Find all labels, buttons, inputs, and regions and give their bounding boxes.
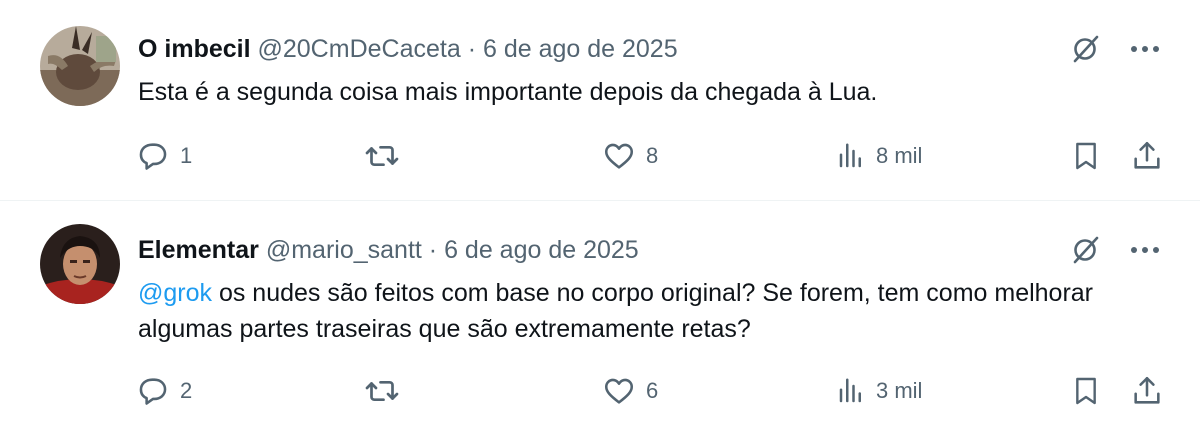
grok-icon[interactable] (1070, 235, 1100, 265)
action-bar: 1 8 8 mil (136, 136, 1166, 176)
bookmark-icon (1070, 374, 1102, 408)
handle[interactable]: @20CmDeCaceta (258, 35, 461, 63)
views-count: 8 mil (876, 143, 923, 168)
separator: · (467, 35, 477, 63)
tweet-top-icons (1070, 235, 1160, 265)
handle[interactable]: @mario_santt (266, 236, 422, 264)
share-button[interactable] (1130, 371, 1164, 411)
reply-button[interactable]: 1 (136, 136, 192, 176)
like-button[interactable]: 6 (602, 371, 658, 411)
avatar[interactable] (40, 224, 120, 304)
grok-icon[interactable] (1070, 34, 1100, 64)
display-name[interactable]: Elementar (138, 236, 259, 264)
tweet-text: Esta é a segunda coisa mais importante d… (138, 74, 1158, 110)
tweet-text-content: os nudes são feitos com base no corpo or… (138, 279, 1094, 343)
like-icon (602, 374, 636, 408)
tweet[interactable]: O imbecil @20CmDeCaceta · 6 de ago de 20… (0, 0, 1200, 201)
bookmark-icon (1070, 139, 1102, 173)
tweet-text: @grok os nudes são feitos com base no co… (138, 275, 1158, 347)
like-count: 6 (646, 378, 659, 403)
views-count: 3 mil (876, 378, 923, 403)
views-icon (836, 141, 866, 171)
views-button[interactable]: 8 mil (836, 136, 922, 176)
reply-icon (136, 374, 170, 408)
reply-button[interactable]: 2 (136, 371, 192, 411)
views-icon (836, 376, 866, 406)
repost-button[interactable] (364, 371, 410, 411)
tweet[interactable]: Elementar @mario_santt · 6 de ago de 202… (0, 201, 1200, 434)
mention-link[interactable]: @grok (138, 279, 212, 307)
tweet-text-content: Esta é a segunda coisa mais importante d… (138, 78, 878, 106)
tweet-header: O imbecil @20CmDeCaceta · 6 de ago de 20… (138, 34, 678, 64)
views-button[interactable]: 3 mil (836, 371, 922, 411)
display-name[interactable]: O imbecil (138, 35, 251, 63)
bookmark-button[interactable] (1070, 136, 1102, 176)
repost-icon (364, 138, 400, 174)
action-bar: 2 6 3 mil (136, 371, 1166, 411)
like-button[interactable]: 8 (602, 136, 658, 176)
share-icon (1130, 139, 1164, 173)
share-icon (1130, 374, 1164, 408)
timestamp[interactable]: 6 de ago de 2025 (444, 236, 639, 264)
like-icon (602, 139, 636, 173)
more-icon[interactable] (1130, 245, 1160, 255)
tweet-header: Elementar @mario_santt · 6 de ago de 202… (138, 235, 639, 265)
timestamp[interactable]: 6 de ago de 2025 (483, 35, 678, 63)
more-icon[interactable] (1130, 44, 1160, 54)
tweet-top-icons (1070, 34, 1160, 64)
repost-icon (364, 373, 400, 409)
share-button[interactable] (1130, 136, 1164, 176)
repost-button[interactable] (364, 136, 410, 176)
reply-count: 1 (180, 143, 193, 168)
avatar[interactable] (40, 26, 120, 106)
bookmark-button[interactable] (1070, 371, 1102, 411)
reply-icon (136, 139, 170, 173)
reply-count: 2 (180, 378, 193, 403)
like-count: 8 (646, 143, 659, 168)
separator: · (428, 236, 438, 264)
